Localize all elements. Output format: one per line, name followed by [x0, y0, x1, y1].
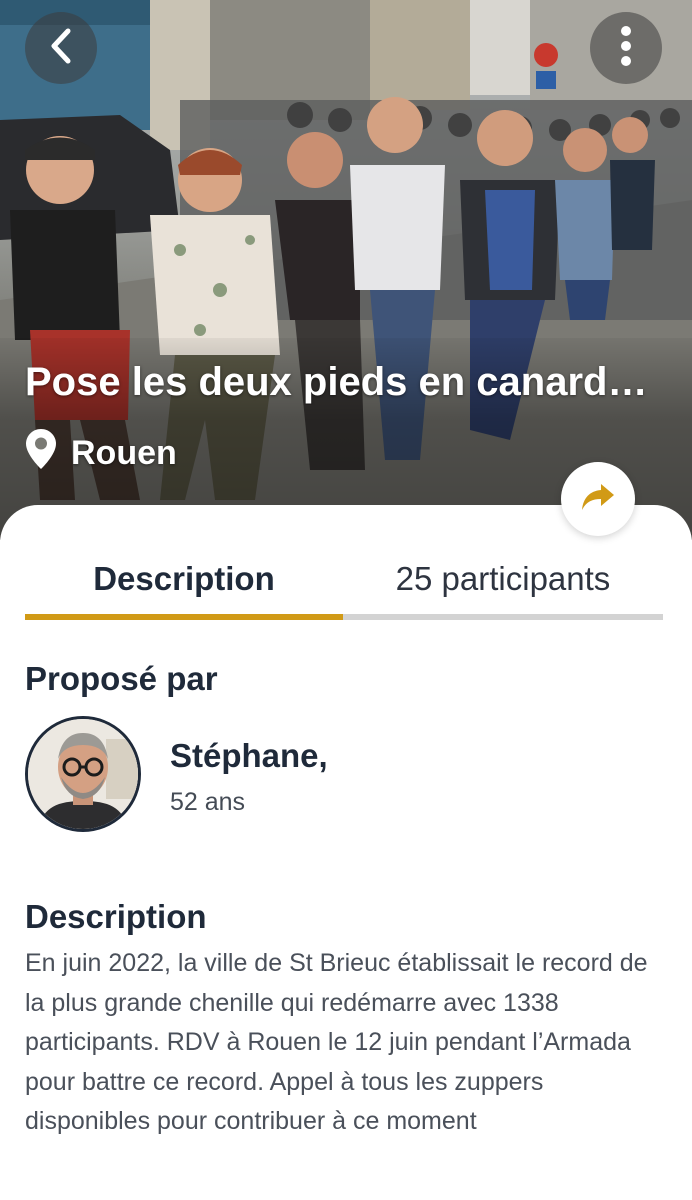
tab-participants[interactable]: 25 participants [343, 548, 663, 610]
map-pin-icon [25, 428, 57, 479]
tab-active-indicator [25, 614, 343, 620]
description-text: En juin 2022, la ville de St Brieuc étab… [25, 949, 648, 1135]
more-vertical-icon [619, 24, 633, 73]
proposer-heading: Proposé par [25, 660, 218, 697]
description-heading: Description [25, 898, 207, 935]
event-location: Rouen [25, 428, 177, 479]
tab-bar: Description 25 participants [25, 548, 663, 624]
avatar-photo [28, 719, 138, 829]
share-button[interactable] [561, 462, 635, 536]
proposer-age: 52 ans [170, 788, 246, 816]
back-button[interactable] [25, 12, 97, 84]
avatar[interactable] [25, 716, 141, 832]
event-hero-image: Pose les deux pieds en canard… Rouen [0, 0, 692, 540]
chevron-left-icon [46, 26, 76, 71]
location-label: Rouen [71, 433, 177, 472]
event-title: Pose les deux pieds en canard… [25, 360, 648, 404]
proposer-name[interactable]: Stéphane, [170, 737, 328, 775]
share-arrow-icon [581, 482, 615, 517]
more-options-button[interactable] [590, 12, 662, 84]
event-detail-screen: Pose les deux pieds en canard… Rouen Des… [0, 0, 692, 1200]
tab-description[interactable]: Description [25, 548, 343, 610]
